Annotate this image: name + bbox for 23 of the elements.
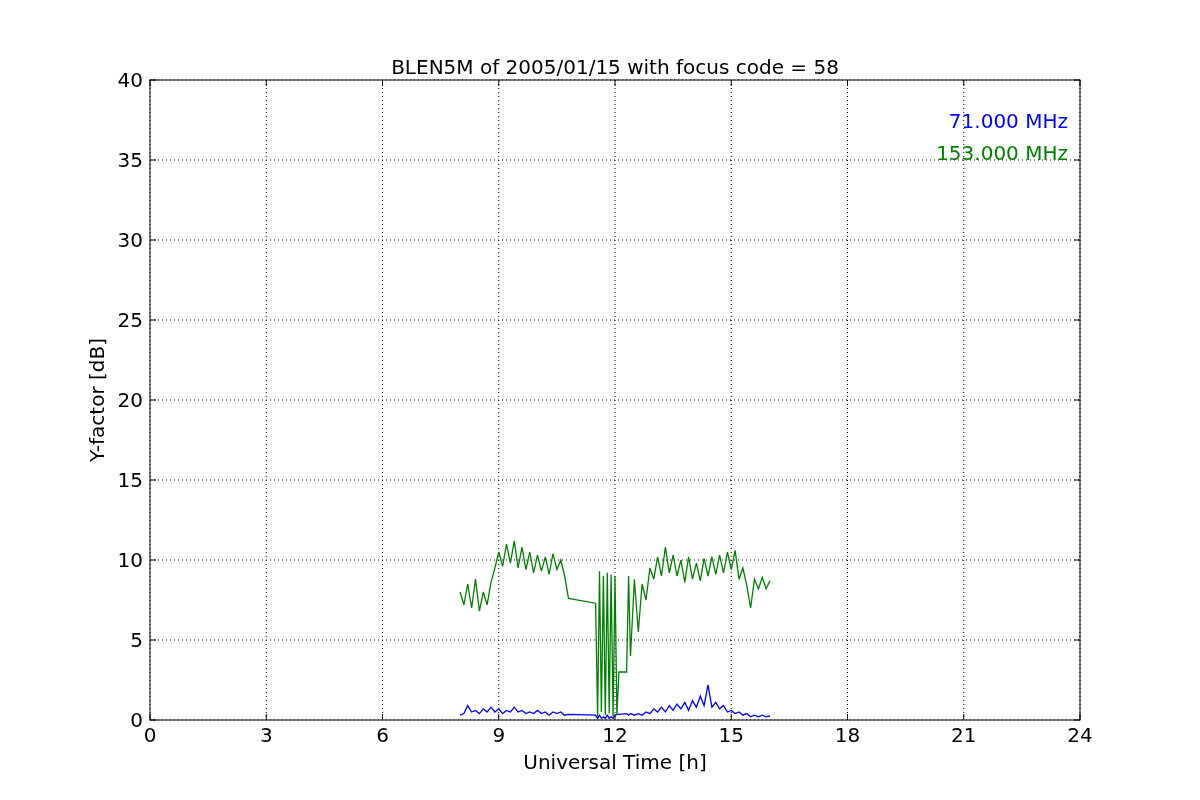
y-tick-label: 20 — [117, 388, 143, 412]
y-tick-label: 5 — [130, 628, 143, 652]
y-tick-label: 15 — [117, 468, 143, 492]
legend-label: 153.000 MHz — [936, 141, 1068, 165]
x-tick-label: 15 — [718, 723, 744, 747]
y-axis-label: Y-factor [dB] — [85, 338, 109, 462]
y-tick-label: 40 — [117, 68, 143, 92]
x-tick-label: 9 — [492, 723, 506, 747]
y-tick-label: 10 — [117, 548, 143, 572]
y-tick-label: 0 — [130, 708, 143, 732]
x-tick-label: 12 — [602, 723, 628, 747]
chart-title: BLEN5M of 2005/01/15 with focus code = 58 — [391, 55, 839, 79]
x-tick-label: 0 — [143, 723, 157, 747]
x-tick-label: 3 — [259, 723, 273, 747]
x-tick-label: 24 — [1067, 723, 1093, 747]
legend-label: 71.000 MHz — [948, 109, 1068, 133]
x-tick-label: 21 — [951, 723, 977, 747]
y-tick-label: 35 — [117, 148, 143, 172]
x-tick-label: 6 — [376, 723, 389, 747]
y-tick-label: 25 — [117, 308, 143, 332]
x-tick-label: 18 — [834, 723, 861, 747]
x-axis-label: Universal Time [h] — [523, 750, 707, 774]
y-tick-label: 30 — [117, 228, 143, 252]
